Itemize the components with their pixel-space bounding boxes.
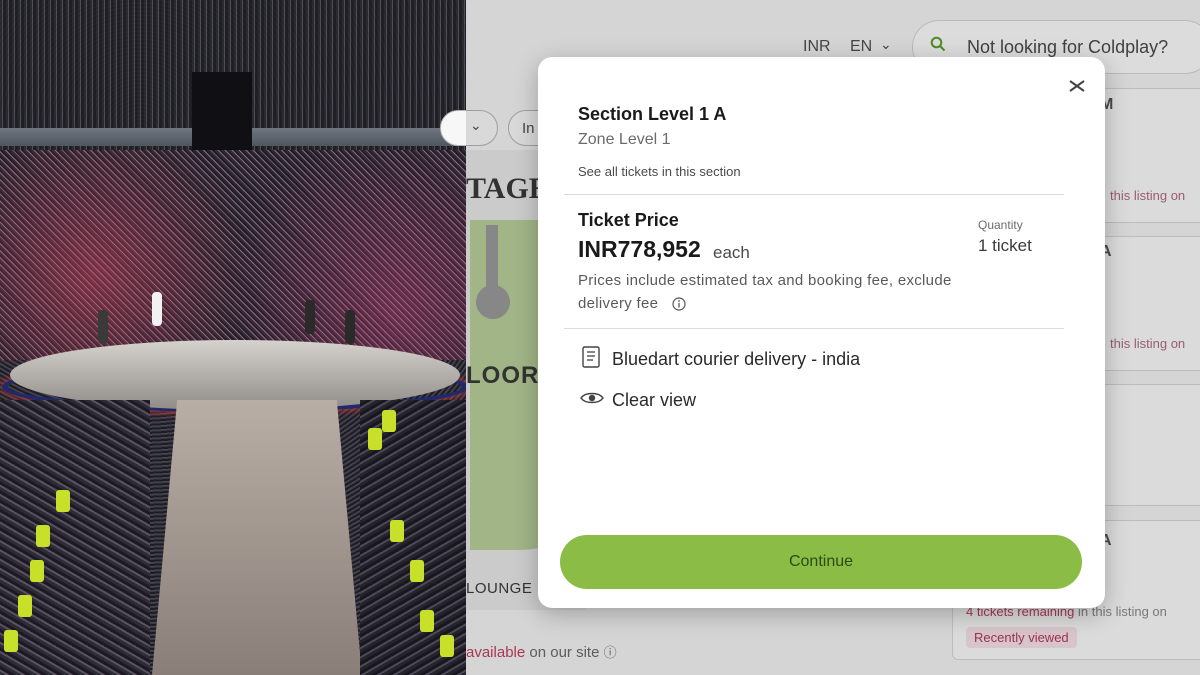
section-title: Section Level 1 A — [578, 104, 727, 124]
stadium-tunnel — [192, 72, 252, 152]
crowd — [0, 150, 466, 360]
close-icon[interactable] — [1066, 74, 1088, 96]
quantity-label: Quantity — [978, 218, 1023, 232]
ticket-price-value: INR778,952 — [578, 236, 701, 262]
price-note: delivery fee — [578, 295, 659, 312]
security-staff — [18, 595, 32, 617]
security-staff — [382, 410, 396, 432]
price-note: Prices include estimated tax and booking… — [578, 272, 952, 289]
price-unit-label: each — [713, 243, 750, 262]
security-staff — [440, 635, 454, 657]
security-staff — [420, 610, 434, 632]
concert-photo — [0, 0, 466, 675]
performer — [345, 310, 355, 344]
zone-label: Zone Level 1 — [578, 131, 671, 148]
continue-button[interactable]: Continue — [560, 535, 1082, 589]
performer — [98, 310, 108, 344]
security-staff — [56, 490, 70, 512]
performer — [305, 300, 315, 334]
crowd-lower-left — [0, 400, 150, 675]
ticket-document-icon — [582, 346, 600, 368]
divider — [564, 328, 1064, 329]
performer — [152, 292, 162, 326]
stage-runway — [152, 400, 362, 675]
security-staff — [36, 525, 50, 547]
security-staff — [30, 560, 44, 582]
security-staff — [368, 428, 382, 450]
security-staff — [390, 520, 404, 542]
info-icon[interactable] — [672, 297, 686, 311]
view-feature: Clear view — [612, 390, 697, 410]
quantity-value: 1 ticket — [978, 236, 1032, 255]
eye-icon — [580, 392, 604, 404]
divider — [564, 194, 1064, 195]
ticket-price-heading: Ticket Price — [578, 210, 679, 230]
see-all-tickets-link[interactable]: See all tickets in this section — [578, 164, 741, 179]
security-staff — [410, 560, 424, 582]
delivery-method: Bluedart courier delivery - india — [612, 349, 861, 369]
security-staff — [4, 630, 18, 652]
